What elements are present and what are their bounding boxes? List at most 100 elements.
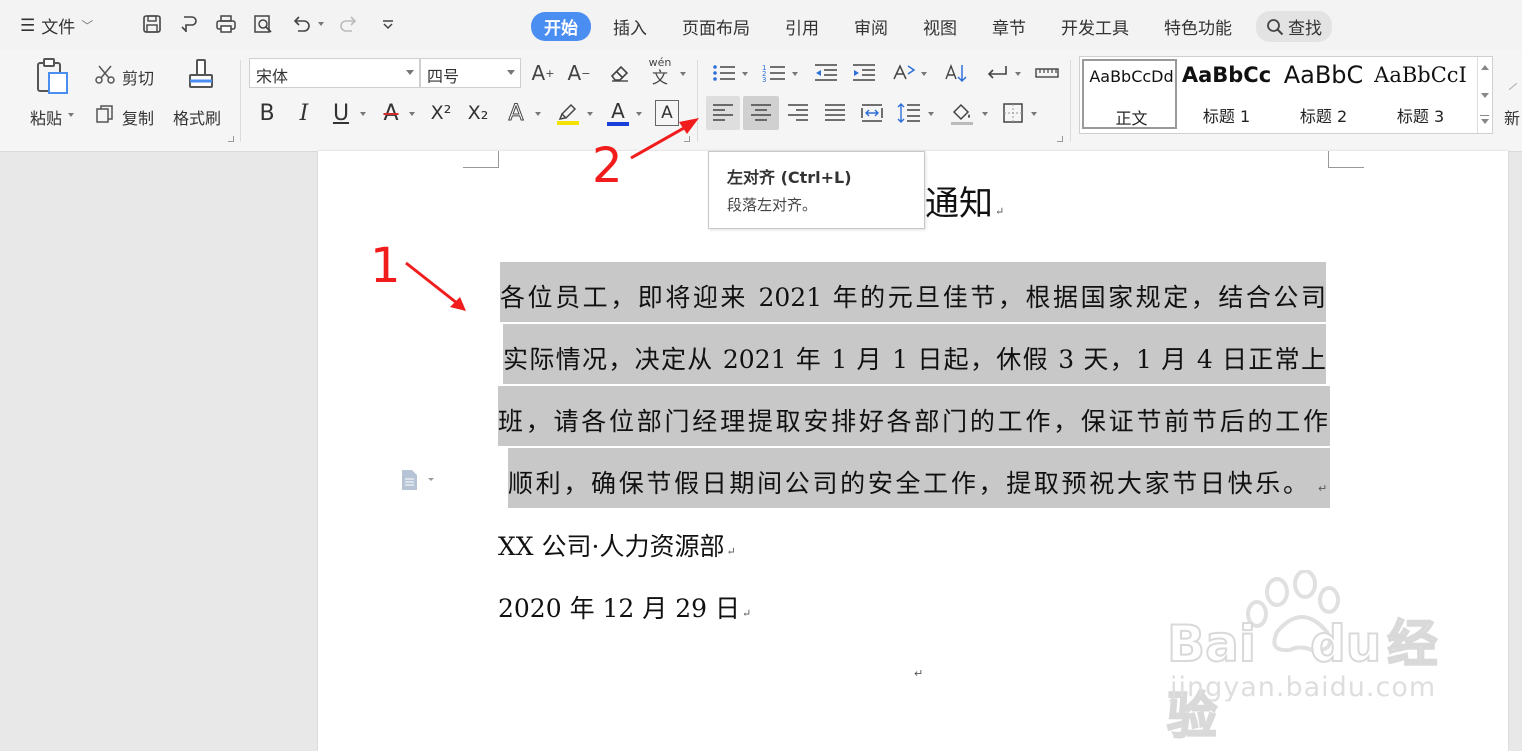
style-heading-2[interactable]: AaBbC 标题 2 bbox=[1276, 59, 1371, 129]
pinyin-dropdown-icon[interactable] bbox=[680, 72, 686, 76]
font-size-combo[interactable]: 四号 bbox=[420, 58, 521, 88]
highlighter-icon bbox=[557, 103, 579, 125]
clipboard-group-launcher-icon[interactable] bbox=[228, 136, 234, 142]
format-painter-icon[interactable] bbox=[182, 56, 218, 98]
font-name-combo[interactable]: 宋体 bbox=[249, 58, 420, 88]
decrease-indent-icon[interactable] bbox=[812, 60, 840, 86]
print-preview-icon[interactable] bbox=[251, 12, 275, 36]
underline-dropdown-icon[interactable] bbox=[360, 112, 366, 116]
increase-indent-icon[interactable] bbox=[850, 60, 878, 86]
new-style-label[interactable]: 新 bbox=[1504, 105, 1520, 129]
highlight-button[interactable] bbox=[555, 98, 581, 128]
bold-button[interactable]: B bbox=[254, 98, 280, 128]
format-painter-label[interactable]: 格式刷 bbox=[173, 105, 221, 129]
highlight-dropdown-icon[interactable] bbox=[587, 112, 593, 116]
style-heading-1[interactable]: AaBbCc 标题 1 bbox=[1179, 59, 1274, 129]
file-menu[interactable]: ☰ 文件 ﹀ bbox=[20, 13, 93, 39]
text-effect-button[interactable]: A bbox=[503, 98, 529, 128]
style-normal[interactable]: AaBbCcDd 正文 bbox=[1082, 59, 1177, 129]
body-line-4[interactable]: 顺利，确保节假日期间公司的安全工作，提取预祝大家节日快乐。 bbox=[508, 464, 1308, 500]
shrink-font-icon: A bbox=[567, 61, 582, 85]
numbered-list-icon[interactable]: 123 bbox=[759, 60, 789, 86]
paragraph-handle-icon[interactable] bbox=[400, 468, 440, 496]
signature-line[interactable]: XX 公司·人力资源部 ↵ bbox=[498, 527, 736, 563]
tab-developer[interactable]: 开发工具 bbox=[1048, 12, 1142, 41]
body-line-1[interactable]: 各位员工，即将迎来 2021 年的元旦佳节，根据国家规定，结合公司 bbox=[500, 278, 1326, 314]
print-icon[interactable] bbox=[214, 12, 238, 36]
tab-view[interactable]: 视图 bbox=[910, 12, 970, 41]
line-spacing-dropdown-icon[interactable] bbox=[928, 112, 934, 116]
style-label: 正文 bbox=[1115, 109, 1148, 128]
show-hide-marks-icon[interactable] bbox=[983, 60, 1011, 86]
table-ruler-icon[interactable] bbox=[1033, 60, 1061, 86]
subscript-button[interactable]: X₂ bbox=[463, 98, 493, 128]
cut-label[interactable]: 剪切 bbox=[122, 65, 154, 89]
undo-icon[interactable] bbox=[289, 12, 313, 36]
grow-font-icon: A bbox=[531, 61, 546, 85]
chevron-up-icon[interactable] bbox=[1481, 65, 1489, 70]
italic-button[interactable]: I bbox=[291, 98, 317, 128]
eraser-icon[interactable] bbox=[607, 60, 633, 86]
scissors-icon[interactable] bbox=[93, 62, 117, 86]
copy-label[interactable]: 复制 bbox=[122, 105, 154, 129]
font-color-glyph: A bbox=[611, 99, 625, 123]
more-styles-arrow-icon[interactable] bbox=[1481, 119, 1489, 124]
grow-font-button[interactable]: A + bbox=[530, 60, 556, 86]
tab-insert[interactable]: 插入 bbox=[600, 12, 660, 41]
output-pdf-icon[interactable] bbox=[177, 12, 201, 36]
styles-scrollbar[interactable] bbox=[1477, 57, 1492, 133]
bullet-dropdown-icon[interactable] bbox=[742, 72, 748, 76]
superscript-button[interactable]: X² bbox=[426, 98, 456, 128]
align-center-button[interactable] bbox=[743, 96, 779, 130]
search-button[interactable]: 查找 bbox=[1256, 11, 1332, 42]
tab-chapter[interactable]: 章节 bbox=[979, 12, 1039, 41]
shading-button[interactable] bbox=[946, 96, 978, 130]
pinyin-guide-button[interactable]: wén 文 bbox=[645, 56, 675, 88]
borders-dropdown-icon[interactable] bbox=[1031, 112, 1037, 116]
strikethrough-button[interactable]: A bbox=[378, 98, 404, 128]
numbering-dropdown-icon[interactable] bbox=[792, 72, 798, 76]
date-line[interactable]: 2020 年 12 月 29 日 ↵ bbox=[498, 589, 751, 625]
body-line-3[interactable]: 班，请各位部门经理提取安排好各部门的工作，保证节前节后的工作 bbox=[498, 402, 1328, 438]
sort-icon[interactable] bbox=[942, 60, 970, 86]
step-2-number: 2 bbox=[592, 138, 623, 194]
undo-dropdown-icon[interactable] bbox=[318, 22, 324, 26]
marks-dropdown-icon[interactable] bbox=[1015, 72, 1021, 76]
text-direction-icon[interactable] bbox=[889, 60, 917, 86]
bullet-list-icon[interactable] bbox=[709, 60, 739, 86]
paragraph-group-launcher-icon[interactable] bbox=[1057, 136, 1063, 142]
shading-dropdown-icon[interactable] bbox=[982, 112, 988, 116]
shrink-font-button[interactable]: A − bbox=[566, 60, 592, 86]
chevron-down-icon[interactable] bbox=[1481, 93, 1489, 98]
redo-icon[interactable] bbox=[337, 12, 361, 36]
underline-button[interactable]: U bbox=[328, 98, 354, 128]
borders-button[interactable] bbox=[998, 96, 1028, 130]
tab-references[interactable]: 引用 bbox=[772, 12, 832, 41]
text-direction-dropdown-icon[interactable] bbox=[921, 72, 927, 76]
style-heading-3[interactable]: AaBbCcI 标题 3 bbox=[1373, 59, 1468, 129]
paste-dropdown-icon[interactable] bbox=[68, 113, 74, 117]
effect-dropdown-icon[interactable] bbox=[535, 112, 541, 116]
line-spacing-button[interactable] bbox=[894, 96, 924, 130]
tab-special-features[interactable]: 特色功能 bbox=[1151, 12, 1245, 41]
tab-home[interactable]: 开始 bbox=[531, 12, 591, 41]
body-line-2[interactable]: 实际情况，决定从 2021 年 1 月 1 日起，休假 3 天，1 月 4 日正… bbox=[503, 340, 1326, 376]
document-title[interactable]: 通知 ↵ bbox=[925, 176, 1004, 225]
align-right-button[interactable] bbox=[783, 96, 813, 130]
save-icon[interactable] bbox=[140, 12, 164, 36]
copy-icon[interactable] bbox=[93, 102, 117, 126]
tab-page-layout[interactable]: 页面布局 bbox=[669, 12, 763, 41]
font-name-value: 宋体 bbox=[256, 67, 289, 86]
customize-toolbar-icon[interactable] bbox=[376, 12, 400, 36]
paragraph-mark: ↵ bbox=[741, 607, 752, 620]
align-left-icon bbox=[713, 104, 733, 121]
align-left-button[interactable] bbox=[706, 96, 740, 130]
justify-button[interactable] bbox=[820, 96, 850, 130]
new-style-icon[interactable] bbox=[1508, 82, 1518, 91]
distributed-align-button[interactable] bbox=[857, 96, 887, 130]
tab-review[interactable]: 审阅 bbox=[841, 12, 901, 41]
more-styles-icon[interactable] bbox=[1480, 115, 1489, 116]
line-spacing-icon bbox=[897, 103, 920, 123]
strike-dropdown-icon[interactable] bbox=[409, 112, 415, 116]
paste-button[interactable] bbox=[30, 56, 74, 96]
